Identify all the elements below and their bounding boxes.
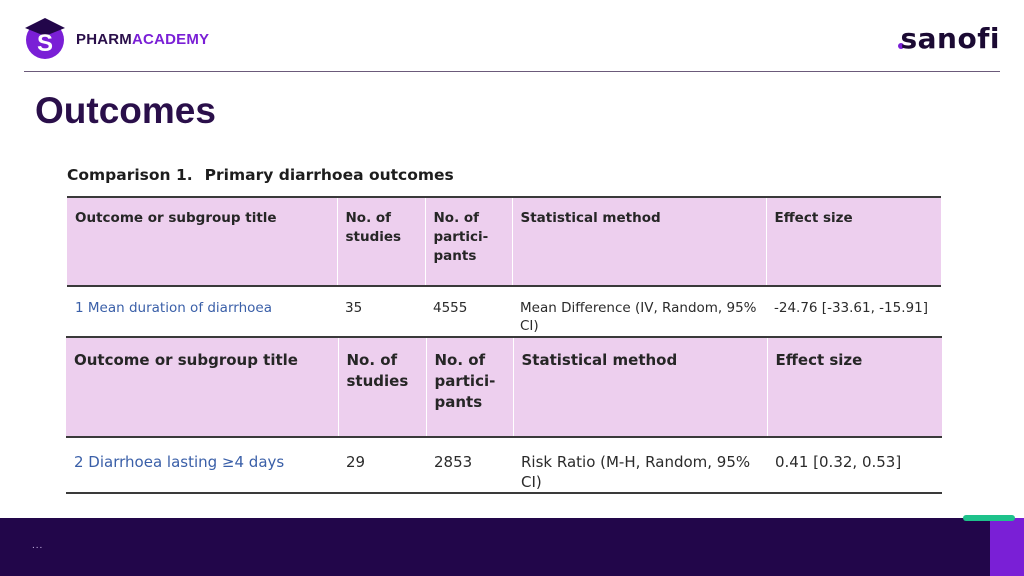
brand-name-part1: PHARM [76, 31, 132, 48]
header-participants: No. of partici-pants [426, 337, 514, 437]
header-studies: No. of studies [338, 337, 427, 437]
table-row: 2 Diarrhoea lasting ≥4 days 29 2853 Risk… [66, 437, 942, 493]
comparison-title: Primary diarrhoea outcomes [204, 166, 454, 184]
pharmacademy-logo-icon: S [25, 18, 65, 59]
slide-header: S PHARMACADEMY sanofi [0, 0, 1024, 72]
outcome-table-2: Outcome or subgroup title No. of studies … [66, 336, 942, 494]
slide-title: Outcomes [35, 90, 216, 131]
footer-text: ... [32, 540, 44, 551]
header-outcome: Outcome or subgroup title [67, 197, 338, 286]
header-participants: No. of partici-pants [425, 197, 513, 286]
table-header-row: Outcome or subgroup title No. of studies … [67, 197, 941, 286]
slide-footer: ... [0, 518, 1024, 576]
sanofi-wordmark: sanofi [900, 22, 1000, 55]
brand-name: PHARMACADEMY [76, 31, 209, 48]
comparison-caption: Comparison 1. Primary diarrhoea outcomes [67, 166, 454, 184]
studies-cell: 29 [346, 453, 366, 471]
header-outcome: Outcome or subgroup title [66, 337, 339, 437]
outcome-link[interactable]: 2 Diarrhoea lasting ≥4 days [66, 437, 338, 493]
sanofi-logo: sanofi [898, 22, 1000, 56]
header-effect: Effect size [774, 210, 853, 226]
footer-accent-bar [963, 515, 1015, 521]
outcome-table-1: Outcome or subgroup title No. of studies … [67, 196, 941, 349]
comparison-label: Comparison 1. [67, 166, 193, 184]
header-effect: Effect size [775, 351, 863, 369]
brand-name-part2: ACADEMY [132, 31, 210, 48]
effect-cell: 0.41 [0.32, 0.53] [775, 453, 902, 471]
footer-accent-block [990, 518, 1024, 576]
header-studies: No. of studies [337, 197, 426, 286]
header-method: Statistical method [512, 197, 767, 286]
header-method: Statistical method [513, 337, 768, 437]
header-divider [24, 71, 1000, 72]
logo-letter: S [37, 30, 53, 57]
method-cell: Risk Ratio (M-H, Random, 95% CI) [521, 453, 751, 491]
participants-cell: 2853 [434, 453, 473, 471]
table-header-row: Outcome or subgroup title No. of studies … [66, 337, 942, 437]
